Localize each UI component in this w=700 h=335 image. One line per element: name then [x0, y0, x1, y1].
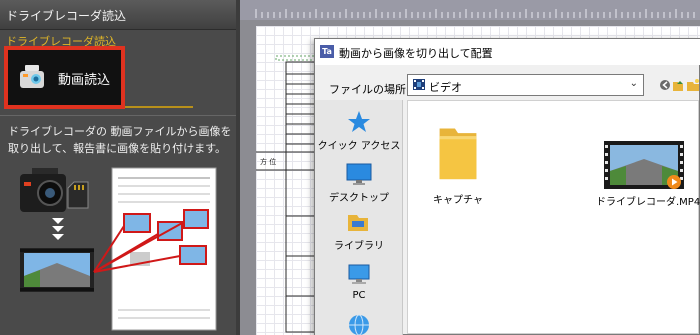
panel-description: ドライブレコーダの 動画ファイルから画像を取り出して、報告書に画像を貼り付けます…: [8, 125, 232, 155]
app-icon: Ta: [320, 45, 334, 58]
place-label: ライブラリ: [334, 241, 384, 252]
place-label: デスクトップ: [329, 193, 389, 204]
places-bar: クイック アクセス デスクトップ ライブラリ PC: [315, 100, 403, 335]
place-label: クイック アクセス: [317, 141, 401, 152]
panel-title: ドライブレコーダ読込: [6, 9, 127, 23]
video-file-icon: [604, 141, 684, 189]
dashcam-illustration: [20, 168, 66, 212]
place-pc[interactable]: PC: [315, 263, 403, 301]
place-library[interactable]: ライブラリ: [315, 210, 403, 252]
video-folder-icon: [413, 79, 425, 90]
panel-header: ドライブレコーダ読込: [0, 0, 236, 30]
place-network[interactable]: [315, 312, 403, 335]
place-label: PC: [352, 290, 366, 301]
nav-toolbar: [660, 79, 699, 91]
dialog-title-bar[interactable]: Ta 動画から画像を切り出して配置: [315, 39, 700, 65]
place-quick-access[interactable]: クイック アクセス: [315, 110, 403, 152]
open-file-dialog: Ta 動画から画像を切り出して配置 ファイルの場所(I): ビデオ ⌄ クイック…: [314, 38, 700, 335]
back-icon: [660, 80, 670, 90]
star-icon: [348, 111, 370, 132]
video-frame-illustration: [20, 248, 94, 292]
down-arrows: [52, 218, 64, 240]
dashcam-icon: [20, 65, 44, 88]
folder-icon: [439, 128, 477, 180]
panel-divider: [0, 115, 236, 116]
desktop-icon: [346, 163, 372, 185]
file-list: キャプチャ ドライブレコーダ.MP4: [407, 100, 700, 334]
up-folder-icon: [673, 81, 683, 91]
file-item-folder[interactable]: キャプチャ: [418, 117, 498, 206]
chevron-down-icon: ⌄: [629, 78, 638, 89]
file-name: ドライブレコーダ.MP4: [596, 197, 700, 208]
location-value: ビデオ: [429, 81, 462, 94]
left-panel: ドライブレコーダ読込 ドライブレコーダ読込 動画読込 ドライブレコーダの 動画フ…: [0, 0, 236, 335]
location-dropdown[interactable]: ビデオ ⌄: [407, 74, 644, 96]
dialog-title: 動画から画像を切り出して配置: [339, 47, 493, 60]
place-desktop[interactable]: デスクトップ: [315, 162, 403, 204]
video-import-label: 動画読込: [58, 73, 111, 88]
gold-underline: [125, 106, 193, 108]
library-icon: [348, 215, 368, 231]
sd-card-illustration: [67, 181, 89, 209]
file-name: キャプチャ: [433, 195, 483, 206]
workflow-illustration: [20, 167, 217, 331]
form-direction-label: 方 位: [260, 157, 276, 166]
video-import-button[interactable]: 動画読込: [4, 46, 125, 109]
file-item-video[interactable]: ドライブレコーダ.MP4: [596, 141, 700, 208]
report-sheet-illustration: [111, 167, 217, 331]
new-folder-icon: [687, 79, 699, 91]
top-ruler: [240, 0, 700, 20]
pc-icon: [348, 264, 370, 284]
network-icon: [349, 314, 369, 335]
